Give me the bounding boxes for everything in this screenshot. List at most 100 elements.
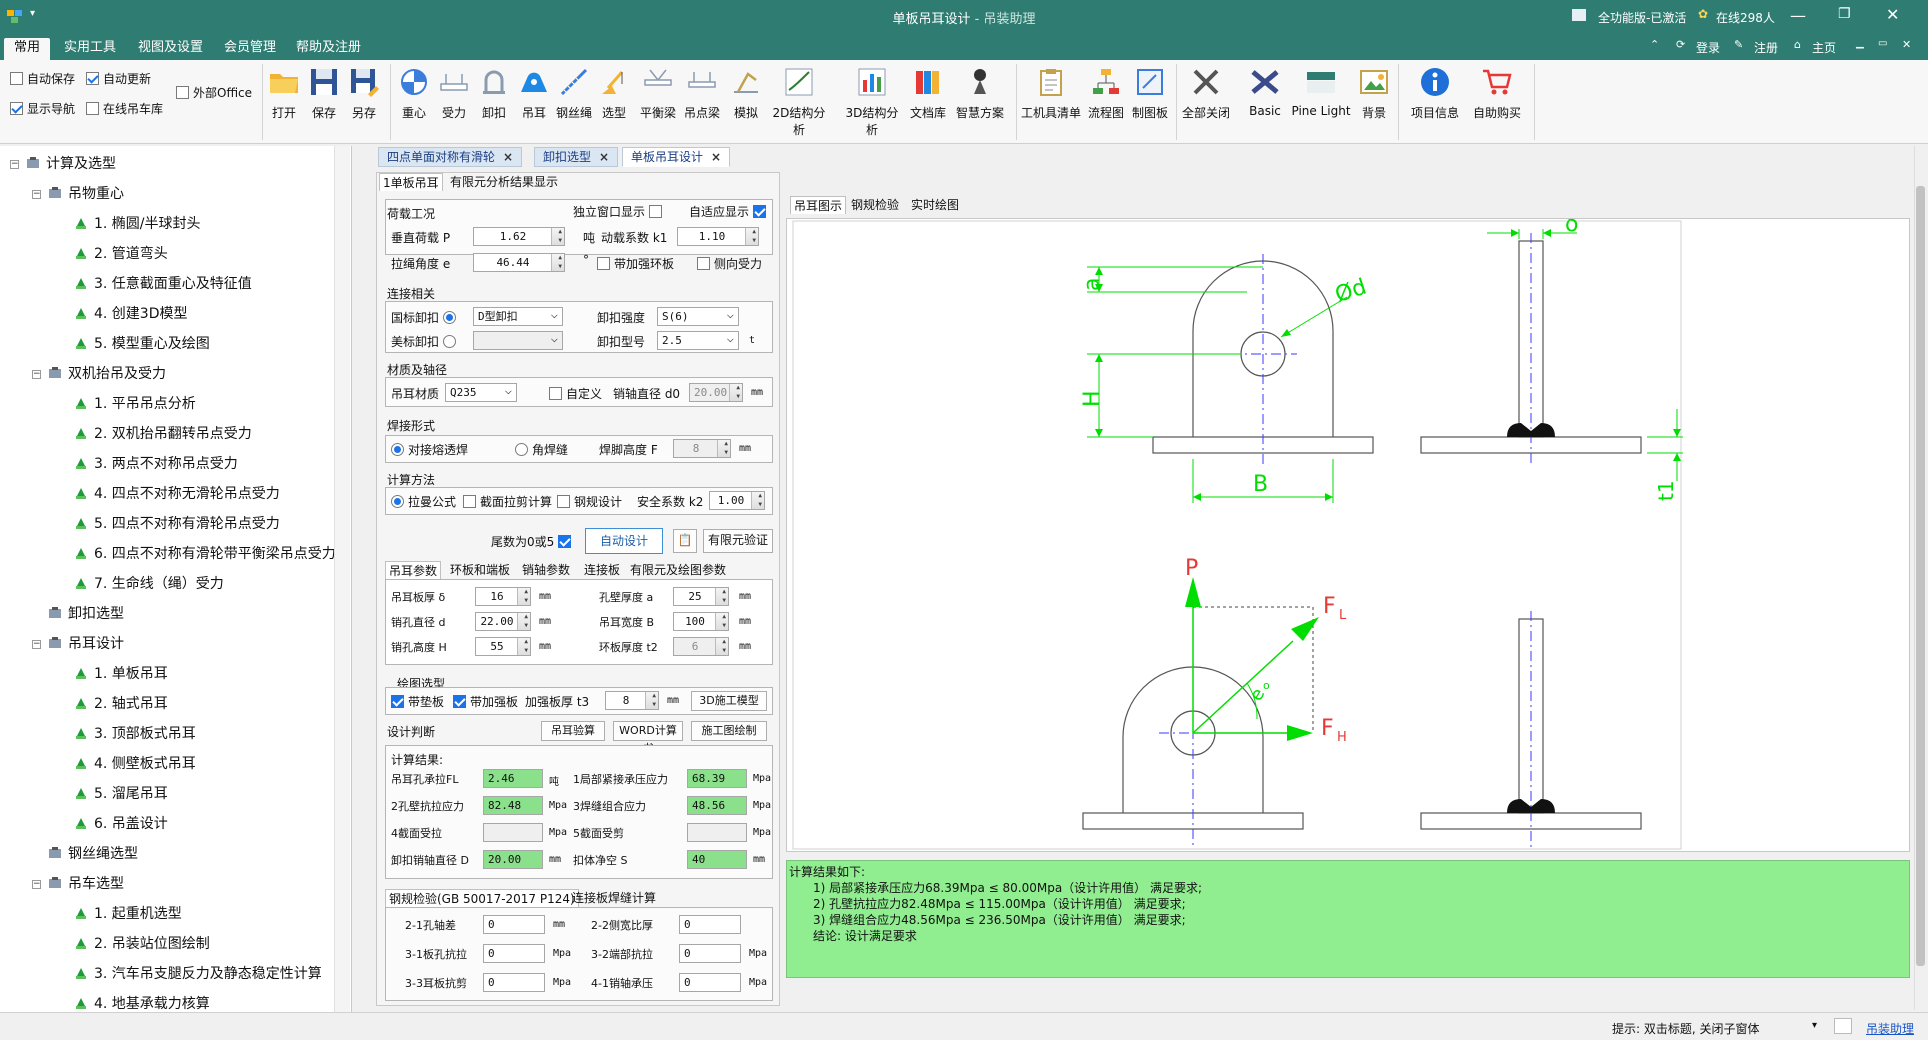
refresh-icon[interactable]: ⟳ [1676,38,1685,51]
collapse-ribbon-icon[interactable]: ⌃ [1650,38,1659,51]
tree-expander-icon[interactable]: − [32,640,41,649]
menu-help-register[interactable]: 帮助及注册 [286,38,371,60]
tab-lug-diagram[interactable]: 吊耳图示 [790,196,847,214]
field-input[interactable]: 0 [483,915,545,934]
construction-drawing-button[interactable]: 施工图绘制 [691,721,767,741]
tree-item[interactable]: 1. 平吊吊点分析 [74,394,196,414]
lug-material-select[interactable]: Q235 [445,382,517,402]
tab-steel-check[interactable]: 钢规检验(GB 50017-2017 P124) [385,889,579,907]
clipboard-button[interactable]: 📋 [673,529,697,553]
tree-item[interactable]: 1. 起重机选型 [74,904,182,924]
tab-close-icon[interactable]: × [503,150,513,164]
gravity-center-button[interactable]: 重心 [392,66,436,121]
tree-item[interactable]: 3. 汽车吊支腿反力及静态稳定性计算 [74,964,322,984]
mdi-minimize-button[interactable]: ▁ [1856,38,1864,49]
tree-item[interactable]: 2. 吊装站位图绘制 [74,934,210,954]
standalone-window-checkbox[interactable]: 独立窗口显示 [573,203,663,220]
lift-point-beam-button[interactable]: 吊点梁 [680,66,724,121]
tab-lug-params[interactable]: 吊耳参数 [385,561,442,579]
steel-design-checkbox[interactable]: 钢规设计 [557,493,622,510]
tree-item[interactable]: 5. 溜尾吊耳 [74,784,168,804]
tree-item[interactable]: 6. 四点不对称有滑轮带平衡梁吊点受力 [74,544,336,564]
field-input[interactable]: 0 [483,973,545,992]
tree-expander-icon[interactable]: − [32,370,41,379]
scrollbar-thumb[interactable] [1916,186,1925,966]
theme-pine-light-button[interactable]: Pine Light [1290,66,1352,118]
field-input[interactable]: 16 [475,587,531,606]
field-input[interactable]: 55 [475,637,531,656]
tab-four-point-pulley[interactable]: 四点单面对称有滑轮 × [378,147,523,167]
field-input[interactable]: 2.46 [483,769,543,788]
minimize-button[interactable]: — [1790,6,1806,25]
tree-item[interactable]: 4. 地基承载力核算 [74,994,210,1014]
lame-formula-radio[interactable]: 拉曼公式 [391,493,456,510]
butt-weld-radio[interactable]: 对接熔透焊 [391,441,468,458]
tree-item[interactable]: 吊耳设计 [48,634,124,654]
model-3d-button[interactable]: 3D施工模型 [691,691,767,711]
rope-angle-input[interactable]: 46.44 [473,253,565,272]
us-shackle-radio[interactable]: 美标卸扣 [391,333,457,350]
tree-item[interactable]: 3. 两点不对称吊点受力 [74,454,238,474]
word-report-button[interactable]: WORD计算书 [613,721,683,755]
tool-list-button[interactable]: 工机具清单 [1020,66,1082,121]
tab-close-icon[interactable]: × [711,150,721,164]
vertical-load-input[interactable]: 1.62 [473,227,565,246]
tab-fem-results[interactable]: 有限元分析结果显示 [447,173,561,191]
menu-tools[interactable]: 实用工具 [54,38,126,60]
field-input[interactable]: 25 [673,587,729,606]
save-as-button[interactable]: 另存 [342,66,386,121]
auto-design-button[interactable]: 自动设计 [585,528,663,554]
flowchart-button[interactable]: 流程图 [1084,66,1128,121]
auto-save-checkbox[interactable]: 自动保存 [10,70,75,87]
tree-item[interactable]: 吊物重心 [48,184,124,204]
with-stiffener-checkbox[interactable]: 带加强板 [453,693,518,710]
adaptive-display-checkbox[interactable]: 自适应显示 [689,203,767,220]
open-button[interactable]: 打开 [262,66,306,121]
main-scrollbar[interactable] [1914,146,1926,1010]
maximize-button[interactable]: ❐ [1838,6,1851,22]
tree-item[interactable]: 4. 创建3D模型 [74,304,188,324]
tree-item[interactable]: 计算及选型 [26,154,116,174]
tree-item[interactable]: 5. 模型重心及绘图 [74,334,210,354]
field-input[interactable]: 40 [687,850,747,869]
project-info-button[interactable]: 项目信息 [1404,66,1466,121]
field-input[interactable]: 48.56 [687,796,747,815]
tree-item[interactable]: 2. 轴式吊耳 [74,694,168,714]
tab-shackle-selection[interactable]: 卸扣选型 × [534,147,619,167]
field-input[interactable]: 0 [679,915,741,934]
register-link[interactable]: 注册 [1754,39,1778,56]
field-input[interactable]: 82.48 [483,796,543,815]
close-all-button[interactable]: 全部关闭 [1180,66,1232,121]
shackle-button[interactable]: 卸扣 [472,66,516,121]
tab-connect-plate[interactable]: 连接板 [581,561,623,579]
tree-item[interactable]: 4. 四点不对称无滑轮吊点受力 [74,484,280,504]
us-shackle-type-select[interactable] [473,330,563,350]
tab-single-lug-form[interactable]: 1单板吊耳 [379,173,443,191]
online-crane-db-checkbox[interactable]: 在线吊车库 [86,100,163,117]
document-library-button[interactable]: 文档库 [906,66,950,121]
menu-view-settings[interactable]: 视图及设置 [128,38,213,60]
status-app-link[interactable]: 吊装助理 [1866,1020,1914,1037]
force-button[interactable]: 受力 [432,66,476,121]
tab-pin-params[interactable]: 销轴参数 [519,561,573,579]
gb-shackle-radio[interactable]: 国标卸扣 [391,309,457,326]
analysis-3d-button[interactable]: 3D结构分析 [840,66,904,138]
section-calc-checkbox[interactable]: 截面拉剪计算 [463,493,552,510]
tree-expander-icon[interactable]: − [32,880,41,889]
login-link[interactable]: 登录 [1696,39,1720,56]
side-load-checkbox[interactable]: 侧向受力 [697,255,762,272]
tree-item[interactable]: 4. 侧壁板式吊耳 [74,754,196,774]
mdi-restore-button[interactable]: ▭ [1878,38,1887,49]
lifting-lug-button[interactable]: 吊耳 [512,66,556,121]
tab-steel-check-draw[interactable]: 钢规检验 [848,196,902,214]
tree-item[interactable]: 3. 任意截面重心及特征值 [74,274,252,294]
theme-basic-button[interactable]: Basic [1240,66,1290,118]
tree-item[interactable]: 6. 吊盖设计 [74,814,168,834]
with-pad-checkbox[interactable]: 带垫板 [391,693,444,710]
field-input[interactable]: 20.00 [483,850,543,869]
wire-rope-button[interactable]: 钢丝绳 [552,66,596,121]
tree-item[interactable]: 2. 管道弯头 [74,244,168,264]
tree-expander-icon[interactable]: − [32,190,41,199]
shackle-grade-select[interactable]: S(6) [657,306,739,326]
tab-fem-draw-params[interactable]: 有限元及绘图参数 [627,561,729,579]
